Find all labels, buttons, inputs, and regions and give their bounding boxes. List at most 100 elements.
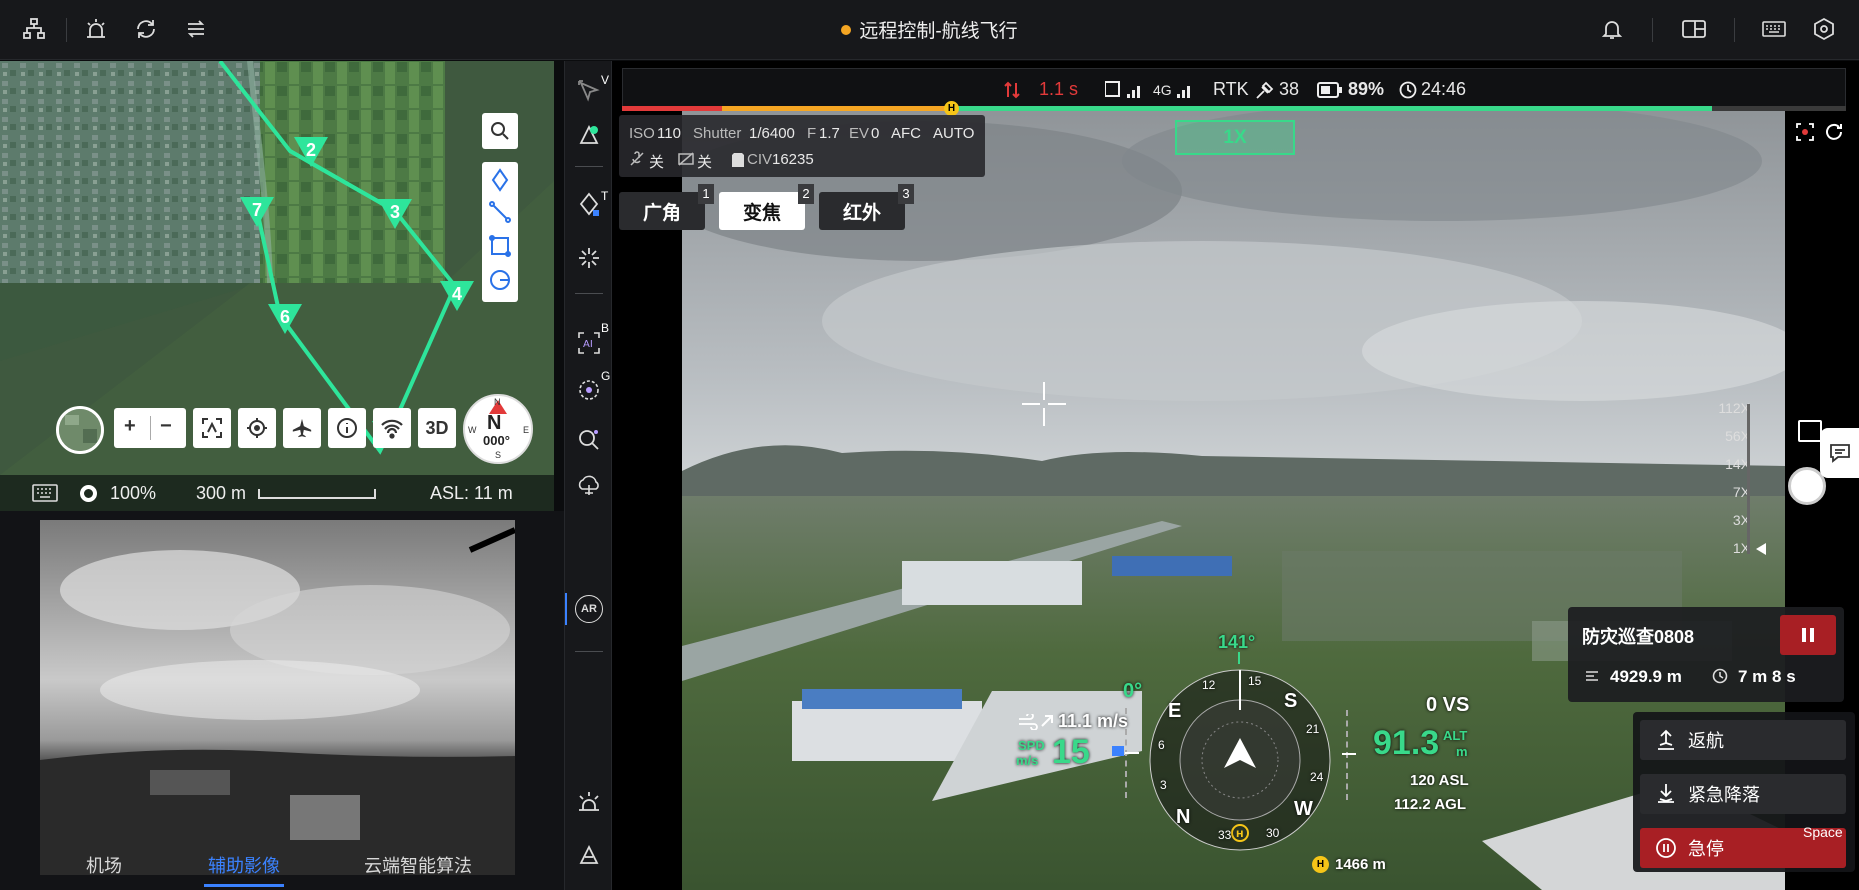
thermal-view bbox=[40, 520, 515, 875]
waypoint-3[interactable]: 3 bbox=[378, 199, 412, 229]
waypoint-4[interactable]: 4 bbox=[440, 281, 474, 311]
alt-unit: m bbox=[1456, 744, 1468, 759]
ai-detect-icon[interactable]: AI bbox=[575, 329, 603, 357]
latency-icon bbox=[1003, 81, 1021, 104]
compass-s: S bbox=[495, 450, 502, 460]
battery-icon bbox=[1317, 81, 1343, 104]
afc-mode: AFC bbox=[891, 125, 921, 142]
3d-toggle-button[interactable]: 3D bbox=[418, 408, 456, 448]
mission-card: 防灾巡查0808 4929.9 m 7 m 8 s bbox=[1568, 607, 1844, 702]
refresh-icon[interactable] bbox=[1824, 122, 1844, 147]
target-pin-icon[interactable] bbox=[575, 121, 603, 149]
pause-mission-button[interactable] bbox=[1780, 615, 1836, 655]
heading-tick bbox=[1238, 652, 1240, 664]
bell-icon[interactable] bbox=[1598, 15, 1626, 43]
lens-wide-button[interactable]: 广角 bbox=[619, 192, 705, 230]
tab-aux-image[interactable]: 辅助影像 bbox=[204, 852, 284, 887]
compass-home-label: H bbox=[1236, 830, 1244, 840]
divider bbox=[1734, 18, 1735, 42]
cloud-upload-icon[interactable] bbox=[575, 473, 603, 501]
pause-icon bbox=[1802, 628, 1814, 642]
locate-button[interactable] bbox=[238, 408, 276, 448]
map-layer-toggle[interactable] bbox=[56, 406, 104, 454]
fit-view-button[interactable] bbox=[193, 408, 231, 448]
keyboard-icon[interactable] bbox=[32, 484, 58, 507]
divider bbox=[575, 293, 603, 294]
aircraft-center-button[interactable] bbox=[283, 408, 321, 448]
info-button[interactable] bbox=[328, 408, 366, 448]
alt-label: ALT bbox=[1443, 728, 1468, 743]
battery-percent: 100% bbox=[110, 483, 157, 503]
auxiliary-image bbox=[40, 520, 515, 875]
waypoint-7[interactable]: 7 bbox=[240, 197, 274, 227]
tab-cloud-ai[interactable]: 云端智能算法 bbox=[364, 852, 472, 878]
agl-value: 112.2 AGL bbox=[1394, 796, 1466, 813]
progress-segment-green bbox=[952, 106, 1712, 111]
audio-off: 关 bbox=[649, 154, 665, 171]
waypoint-6[interactable]: 6 bbox=[268, 304, 302, 334]
layout-icon[interactable] bbox=[1680, 15, 1708, 43]
compass-mark-6: 6 bbox=[1158, 738, 1165, 752]
flight-status-bar: 1.1 s 4G RTK 38 89% 24:46 bbox=[622, 68, 1846, 110]
lens-ir-button[interactable]: 红外 bbox=[819, 192, 905, 230]
signal-button[interactable] bbox=[373, 408, 411, 448]
compass-mark-w: W bbox=[1294, 798, 1313, 820]
auto-mode: AUTO bbox=[933, 125, 975, 142]
key-hint-v: V bbox=[601, 73, 610, 87]
zoom-112x[interactable]: 112X bbox=[1718, 400, 1750, 416]
return-home-button[interactable]: 返航 bbox=[1640, 720, 1846, 760]
orbit-icon[interactable] bbox=[575, 376, 603, 404]
chat-button[interactable] bbox=[1820, 428, 1859, 478]
zoom-out-button[interactable]: − bbox=[160, 415, 172, 438]
emergency-land-button[interactable]: 紧急降落 bbox=[1640, 774, 1846, 814]
dock-light-icon[interactable] bbox=[575, 787, 603, 815]
waypoint-2[interactable]: 2 bbox=[294, 137, 328, 167]
ar-toggle-icon[interactable]: AR bbox=[575, 595, 603, 623]
map-compass[interactable]: N N 000° S W E bbox=[463, 394, 533, 464]
circle-tool-icon[interactable] bbox=[488, 268, 512, 297]
record-frame-icon[interactable] bbox=[1795, 122, 1815, 147]
active-indicator bbox=[565, 593, 567, 625]
compass-mark-s: S bbox=[1284, 690, 1298, 712]
spd-label: SPD bbox=[1018, 738, 1045, 753]
waypoint-label: 3 bbox=[389, 202, 400, 222]
lens-zoom-button[interactable]: 变焦 bbox=[719, 192, 805, 230]
camera-params[interactable]: ISO 110 Shutter 1/6400 F 1.7 EV 0 AFC AU… bbox=[619, 115, 985, 177]
pin-icon[interactable] bbox=[488, 168, 512, 197]
map-scale-text: 300 m bbox=[196, 483, 247, 503]
storage-label-icon: CIV bbox=[747, 151, 773, 168]
waypoint-label: 7 bbox=[251, 200, 262, 220]
attitude-compass: H S 21 24 W 30 33 N 3 6 E 12 15 bbox=[1148, 668, 1332, 852]
compass-mark-e: E bbox=[1168, 700, 1182, 722]
compass-mark-3: 3 bbox=[1160, 778, 1167, 792]
info-icon bbox=[337, 418, 357, 438]
keyboard-icon[interactable] bbox=[1760, 15, 1788, 43]
zoom-in-button[interactable]: + bbox=[124, 415, 136, 438]
settings-hex-icon[interactable] bbox=[1810, 15, 1838, 43]
ev-label: EV bbox=[849, 125, 870, 142]
waypoint-tool-icon[interactable] bbox=[575, 191, 603, 219]
search-icon bbox=[491, 122, 509, 140]
f-value: 1.7 bbox=[819, 125, 840, 142]
smart-search-icon[interactable] bbox=[575, 426, 603, 454]
lower-tabs: 机场 辅助影像 云端智能算法 bbox=[0, 848, 554, 890]
polygon-tool-icon[interactable] bbox=[488, 234, 512, 263]
eraser-icon[interactable] bbox=[575, 841, 603, 869]
duration-icon bbox=[1712, 668, 1728, 689]
tab-airport[interactable]: 机场 bbox=[86, 852, 122, 878]
compass-heading: 000° bbox=[483, 433, 510, 448]
land-icon bbox=[1658, 784, 1674, 803]
mission-distance: 4929.9 m bbox=[1610, 667, 1682, 686]
burst-icon[interactable] bbox=[575, 244, 603, 272]
compass-mark-15: 15 bbox=[1248, 674, 1262, 688]
pip-icon[interactable] bbox=[1798, 420, 1822, 442]
zoom-indicator: 1X bbox=[1175, 120, 1295, 155]
line-tool-icon[interactable] bbox=[488, 200, 512, 229]
mission-progress bbox=[622, 106, 1846, 111]
map-search-button[interactable] bbox=[482, 113, 518, 149]
select-cursor-icon[interactable] bbox=[575, 77, 603, 105]
key-hint-g: G bbox=[601, 369, 611, 383]
compass-mark-n: N bbox=[1176, 806, 1191, 828]
compass-n-small: N bbox=[494, 397, 501, 407]
rtk-label: RTK bbox=[1213, 79, 1249, 99]
